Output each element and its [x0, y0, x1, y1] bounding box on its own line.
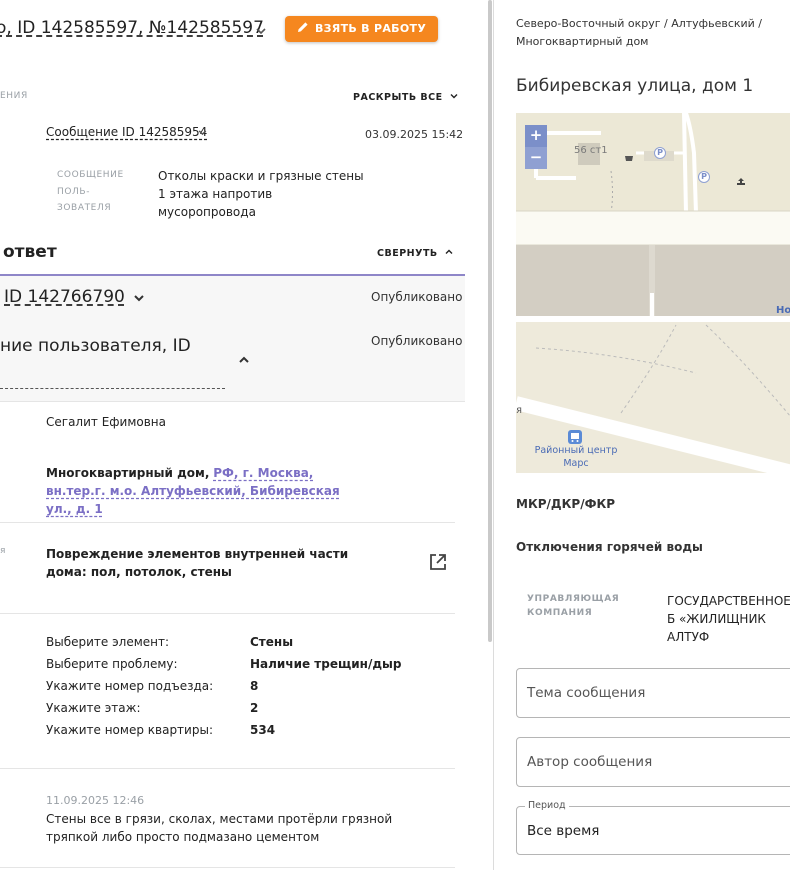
- divider: [0, 768, 455, 769]
- expand-all-button[interactable]: РАСКРЫТЬ ВСЕ: [353, 91, 459, 103]
- shop-icon: [625, 156, 633, 161]
- zoom-out-button[interactable]: −: [525, 147, 547, 169]
- answer-section-title: ответ: [3, 242, 57, 262]
- message-link[interactable]: Сообщение ID 142585954: [46, 125, 207, 139]
- chevron-up-icon[interactable]: [237, 353, 251, 367]
- chevron-down-icon[interactable]: [132, 291, 146, 305]
- author-input[interactable]: Автор сообщения: [516, 737, 790, 787]
- chevron-up-icon: [445, 249, 453, 254]
- take-to-work-button[interactable]: ВЗЯТЬ В РАБОТУ: [285, 16, 439, 42]
- period-select[interactable]: Период Все время: [516, 800, 790, 855]
- detail-value: 2: [250, 701, 259, 715]
- landmark-icon: [737, 178, 745, 185]
- zoom-in-button[interactable]: +: [525, 125, 547, 147]
- author-name: Сегалит Ефимовна: [46, 415, 166, 429]
- detail-label: Укажите номер квартиры:: [46, 723, 213, 737]
- detail-label: Выберите элемент:: [46, 635, 170, 649]
- detail-value: 8: [250, 679, 259, 693]
- detail-label: Выберите проблему:: [46, 657, 178, 671]
- management-label: УПРАВЛЯЮЩАЯ КОМПАНИЯ: [527, 594, 620, 618]
- subject-placeholder: Тема сообщения: [527, 685, 646, 701]
- period-label: Период: [525, 800, 569, 811]
- parking-icon: P: [654, 147, 666, 159]
- user-message-title: ние пользователя, ID: [0, 336, 191, 356]
- bus-stop-icon[interactable]: [568, 430, 582, 444]
- detail-value: Стены: [250, 635, 294, 649]
- comment-date: 11.09.2025 12:46: [46, 794, 145, 807]
- detail-label: Укажите этаж:: [46, 701, 141, 715]
- street-label: я: [516, 405, 523, 416]
- take-to-work-label: ВЗЯТЬ В РАБОТУ: [315, 22, 427, 35]
- user-message-status: Опубликовано: [371, 334, 463, 348]
- user-message-label: СООБЩЕНИЕ ПОЛЬ- ЗОВАТЕЛЯ: [57, 170, 124, 213]
- address-block: Многоквартирный дом, РФ, г. Москва, вн.т…: [46, 464, 366, 518]
- period-value: Все время: [527, 823, 600, 839]
- detail-value: 534: [250, 723, 276, 737]
- title-underline: [0, 388, 225, 389]
- breadcrumb: Северо-Восточный округ / Алтуфьевский / …: [516, 17, 763, 48]
- map-canvas: [516, 113, 790, 473]
- road-label: Но: [776, 305, 790, 316]
- divider: [0, 522, 455, 523]
- left-panel: о, ID 142585597, №142585597 ВЗЯТЬ В РАБО…: [0, 0, 492, 870]
- bus-stop-label: Районный центр Марс: [534, 445, 618, 469]
- open-external-icon[interactable]: [428, 552, 448, 572]
- collapse-label: СВЕРНУТЬ: [377, 248, 438, 259]
- user-message-text: Отколы краски и грязные стены 1 этажа на…: [158, 169, 364, 219]
- answer-id[interactable]: ID 142766790: [4, 287, 125, 307]
- section-label: ЕНИЯ: [0, 91, 28, 101]
- parking-icon: P: [698, 171, 710, 183]
- divider: [0, 613, 455, 614]
- address-type: Многоквартирный дом,: [46, 466, 210, 480]
- map[interactable]: + − 56 ст1 P P Но я Районный центр Марс: [516, 113, 790, 473]
- appeal-title[interactable]: о, ID 142585597, №142585597: [0, 18, 264, 38]
- subject-input[interactable]: Тема сообщения: [516, 668, 790, 718]
- expand-all-label: РАСКРЫТЬ ВСЕ: [353, 92, 443, 103]
- management-value: ГОСУДАРСТВЕННОЕ Б «ЖИЛИЩНИК АЛТУФ: [667, 594, 790, 644]
- hot-water-label: Отключения горячей воды: [516, 540, 703, 554]
- address-title: Бибиревская улица, дом 1: [516, 76, 754, 96]
- author-placeholder: Автор сообщения: [527, 754, 653, 770]
- detail-value: Наличие трещин/дыр: [250, 657, 402, 671]
- category-text: Повреждение элементов внутренней части д…: [46, 547, 349, 579]
- chevron-down-icon: [450, 94, 458, 99]
- scrollbar-thumb[interactable]: [488, 0, 492, 642]
- mkr-label: МКР/ДКР/ФКР: [516, 497, 616, 511]
- collapse-button[interactable]: СВЕРНУТЬ: [377, 247, 454, 259]
- building-label: 56 ст1: [574, 145, 608, 156]
- message-date: 03.09.2025 15:42: [365, 128, 464, 141]
- detail-label: Укажите номер подъезда:: [46, 679, 214, 693]
- pencil-icon: [298, 22, 308, 32]
- chevron-down-icon[interactable]: [254, 24, 268, 38]
- divider: [0, 401, 465, 402]
- answer-status: Опубликовано: [371, 290, 463, 304]
- comment-text: Стены все в грязи, сколах, местами протё…: [46, 812, 393, 844]
- category-label: я: [0, 546, 6, 556]
- divider: [0, 867, 455, 868]
- chevron-down-icon[interactable]: [197, 127, 208, 138]
- right-panel: Северо-Восточный округ / Алтуфьевский / …: [496, 0, 790, 870]
- panel-divider: [493, 0, 494, 870]
